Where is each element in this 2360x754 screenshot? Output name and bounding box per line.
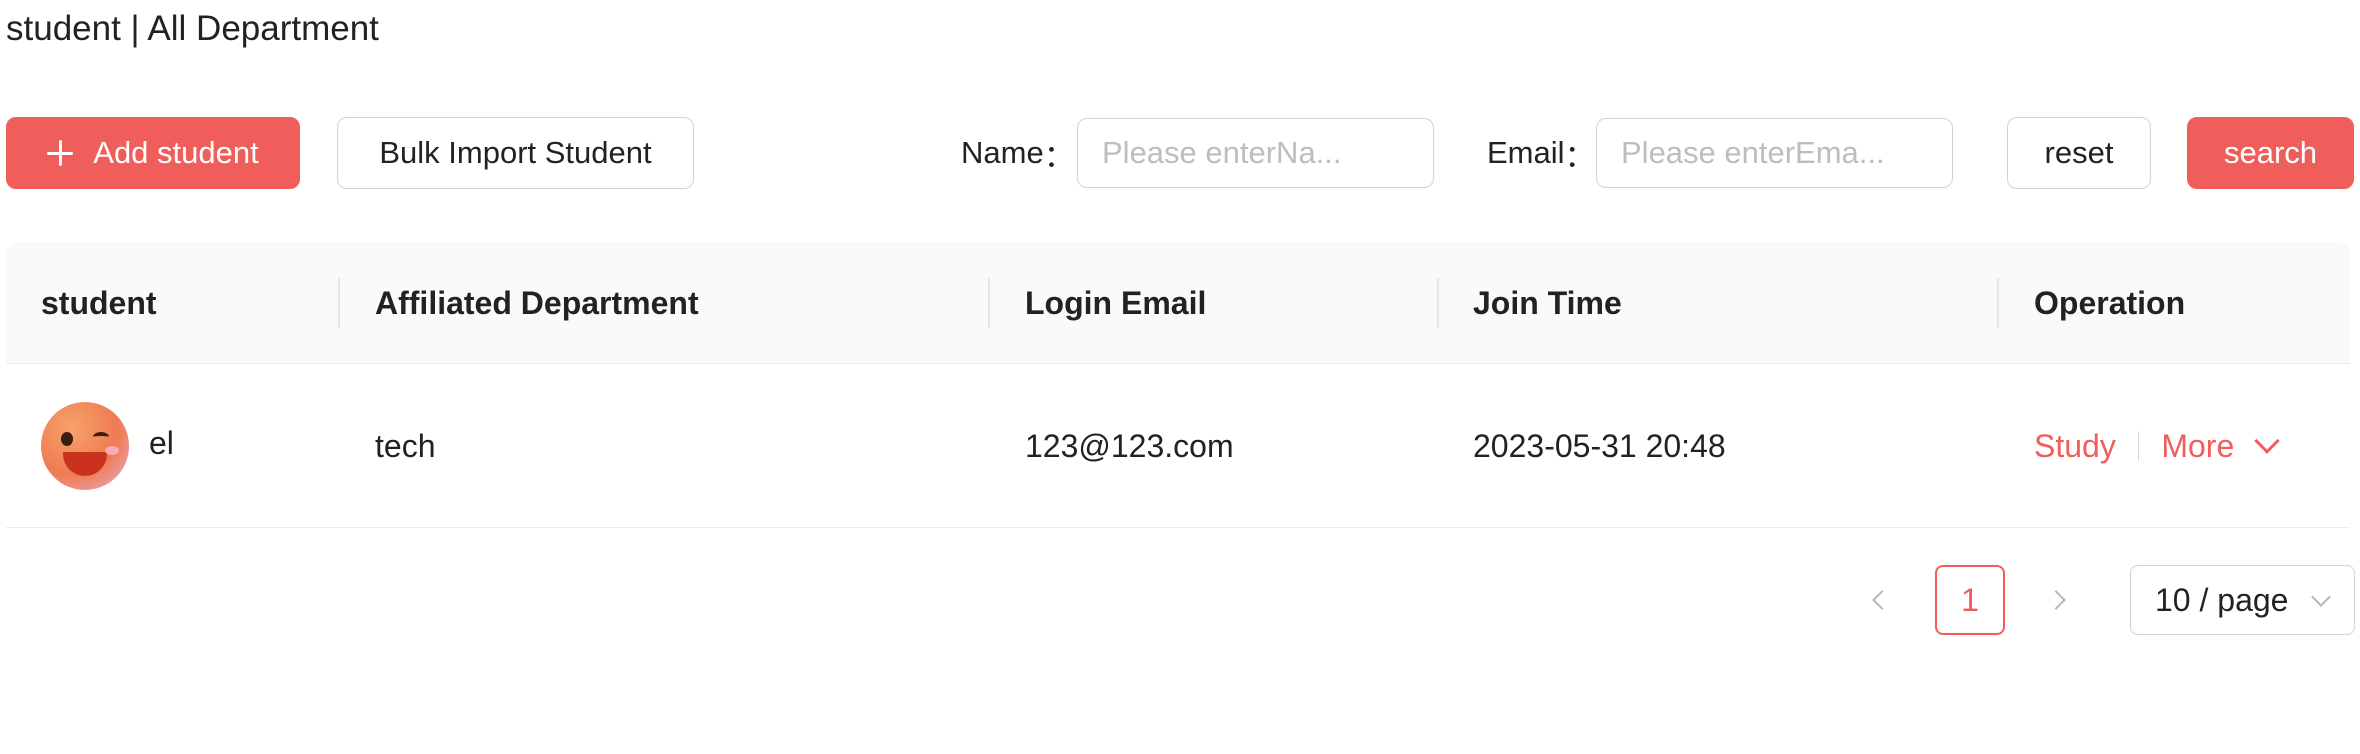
department-cell: tech <box>375 427 436 464</box>
column-divider <box>338 278 340 328</box>
student-table: student Affiliated Department Login Emai… <box>6 242 2350 528</box>
column-header-login-email: Login Email <box>1025 284 1207 321</box>
column-divider <box>988 278 990 328</box>
avatar-cheek <box>105 446 119 455</box>
page-size-select[interactable]: 10 / page <box>2130 565 2355 635</box>
avatar-wink <box>93 432 109 442</box>
search-label: search <box>2223 135 2318 170</box>
prev-page-button[interactable] <box>1854 565 1904 635</box>
bulk-import-button[interactable]: Bulk Import Student <box>337 117 694 189</box>
chevron-right-icon <box>2046 590 2066 610</box>
plus-icon <box>47 140 74 166</box>
column-divider <box>1997 278 1999 328</box>
pagination: 1 10 / page <box>0 565 2360 635</box>
chevron-down-icon <box>2311 587 2331 607</box>
email-label-text: Email <box>1487 135 1565 170</box>
next-page-button[interactable] <box>2034 565 2084 635</box>
page-number-current[interactable]: 1 <box>1935 565 2005 635</box>
search-button[interactable]: search <box>2187 117 2354 189</box>
column-header-operation: Operation <box>2034 284 2186 321</box>
avatar-mouth <box>63 452 107 476</box>
page-title: student | All Department <box>6 9 379 48</box>
more-link[interactable]: More <box>2161 428 2234 465</box>
column-header-student: student <box>41 284 157 321</box>
avatar <box>41 402 129 490</box>
email-label-colon: ： <box>1564 138 1596 174</box>
name-input[interactable] <box>1077 118 1434 188</box>
table-row: el tech 123@123.com 2023-05-31 20:48 Stu… <box>6 364 2350 528</box>
table-header: student Affiliated Department Login Emai… <box>6 242 2350 364</box>
name-label-colon: ： <box>1043 138 1075 174</box>
reset-button[interactable]: reset <box>2007 117 2151 189</box>
page-size-value: 10 / page <box>2155 581 2289 618</box>
chevron-left-icon <box>1872 590 1892 610</box>
toolbar: Add student Bulk Import Student Name： Em… <box>0 117 2360 191</box>
bulk-import-label: Bulk Import Student <box>379 135 652 170</box>
operation-divider <box>2137 431 2140 461</box>
chevron-down-icon[interactable] <box>2254 428 2280 454</box>
column-header-join-time: Join Time <box>1473 284 1622 321</box>
email-field-label: Email： <box>1487 117 1596 189</box>
column-header-department: Affiliated Department <box>375 284 699 321</box>
avatar-eye <box>61 432 73 446</box>
column-divider <box>1437 278 1439 328</box>
reset-label: reset <box>2044 135 2114 170</box>
join-time-cell: 2023-05-31 20:48 <box>1473 427 1726 464</box>
add-student-label: Add student <box>93 135 259 170</box>
name-field-label: Name： <box>961 117 1075 189</box>
student-name: el <box>149 424 174 461</box>
login-email-cell: 123@123.com <box>1025 427 1234 464</box>
student-cell: el <box>41 364 174 528</box>
email-input[interactable] <box>1596 118 1953 188</box>
name-label-text: Name <box>961 135 1044 170</box>
study-link[interactable]: Study <box>2034 428 2116 465</box>
operation-cell: Study More <box>2034 364 2280 528</box>
add-student-button[interactable]: Add student <box>6 117 300 189</box>
